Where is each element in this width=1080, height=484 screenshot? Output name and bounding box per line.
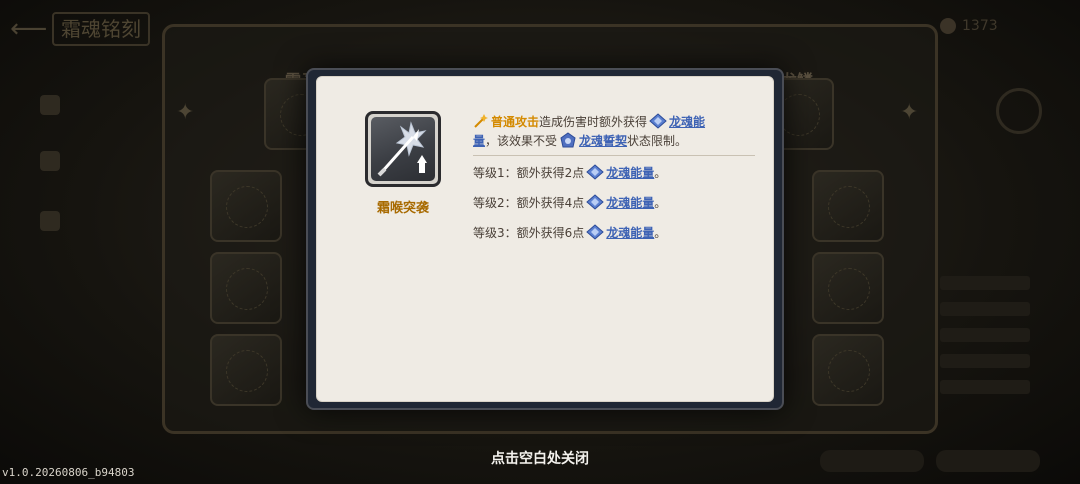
bottom-button[interactable]: [936, 450, 1040, 472]
currency-display: 1373: [940, 14, 1060, 38]
stat-row: [940, 380, 1030, 394]
sparkle-icon: ✦: [900, 100, 919, 125]
stat-row: [940, 276, 1030, 290]
level-text: 额外获得4点: [516, 196, 585, 210]
page-title: 霜魂铭刻: [52, 12, 150, 46]
level-row-2: 等级2：额外获得4点 龙魂能量。: [473, 193, 755, 213]
skill-name: 霜喉突袭: [376, 201, 429, 216]
level-text: 额外获得6点: [516, 226, 585, 240]
rune-slot[interactable]: [812, 334, 884, 406]
level-text: 额外获得2点: [516, 166, 585, 180]
sparkle-icon: ✦: [176, 100, 195, 125]
keyword-dragon-soul-energy[interactable]: 龙魂能: [669, 115, 705, 129]
rune-slot[interactable]: [812, 170, 884, 242]
bottom-button[interactable]: [820, 450, 924, 472]
level-end: 。: [654, 226, 667, 240]
keyword-dragon-soul-energy[interactable]: 龙魂能量: [606, 193, 654, 213]
rune-slot[interactable]: [210, 334, 282, 406]
dragon-soul-icon: [586, 194, 605, 210]
rune-slot[interactable]: [812, 252, 884, 324]
side-tab-3[interactable]: [40, 208, 150, 234]
side-tab-1[interactable]: [40, 92, 150, 118]
dragon-pact-icon: [560, 132, 576, 148]
close-hint[interactable]: 点击空白处关闭: [440, 448, 640, 468]
divider: [473, 155, 755, 156]
skill-icon-frame: [365, 111, 441, 187]
level-end: 。: [654, 196, 667, 210]
coin-value: 1373: [962, 18, 998, 34]
level-end: 。: [654, 166, 667, 180]
settings-ring-icon[interactable]: [996, 88, 1042, 134]
keyword-dragon-soul-energy[interactable]: 龙魂能量: [606, 223, 654, 243]
dragon-soul-icon: [586, 224, 605, 240]
desc-text: ，该效果不受: [485, 134, 558, 148]
stat-row: [940, 328, 1030, 342]
level-label: 等级3：: [473, 226, 517, 240]
coin-icon: [940, 18, 956, 34]
stat-row: [940, 302, 1030, 316]
level-label: 等级2：: [473, 196, 517, 210]
side-tab-icon: [40, 94, 60, 115]
dragon-soul-icon: [649, 113, 667, 129]
modal-content: 霜喉突袭 普通攻击造成伤害时额外获得 龙魂能 量，该效果不受 龙魂誓契状态限制。: [316, 76, 774, 402]
wand-icon: [474, 114, 488, 128]
level-row-3: 等级3：额外获得6点 龙魂能量。: [473, 223, 755, 243]
keyword-dragon-soul-pact[interactable]: 龙魂誓契: [579, 134, 627, 148]
rune-slot[interactable]: [210, 252, 282, 324]
desc-text: 状态限制。: [627, 134, 688, 148]
frost-spear-icon: [371, 117, 435, 181]
level-label: 等级1：: [473, 166, 517, 180]
side-tab-icon: [40, 210, 60, 231]
skill-detail-modal: 霜喉突袭 普通攻击造成伤害时额外获得 龙魂能 量，该效果不受 龙魂誓契状态限制。: [306, 68, 784, 410]
level-row-1: 等级1：额外获得2点 龙魂能量。: [473, 163, 755, 183]
side-tab-2[interactable]: [40, 148, 150, 174]
stat-row: [940, 354, 1030, 368]
rune-slot[interactable]: [210, 170, 282, 242]
skill-description: 普通攻击造成伤害时额外获得 龙魂能 量，该效果不受 龙魂誓契状态限制。: [473, 113, 755, 151]
desc-text: 造成伤害时额外获得: [539, 115, 648, 129]
keyword-normal-attack: 普通攻击: [491, 115, 540, 129]
keyword-dragon-soul-energy-cont[interactable]: 量: [473, 134, 485, 148]
keyword-dragon-soul-energy[interactable]: 龙魂能量: [606, 163, 654, 183]
side-tab-icon: [40, 150, 60, 171]
dragon-soul-icon: [586, 164, 605, 180]
version-label: v1.0.20260806_b94803: [2, 466, 135, 479]
back-arrow-icon[interactable]: ⟵: [10, 14, 47, 44]
